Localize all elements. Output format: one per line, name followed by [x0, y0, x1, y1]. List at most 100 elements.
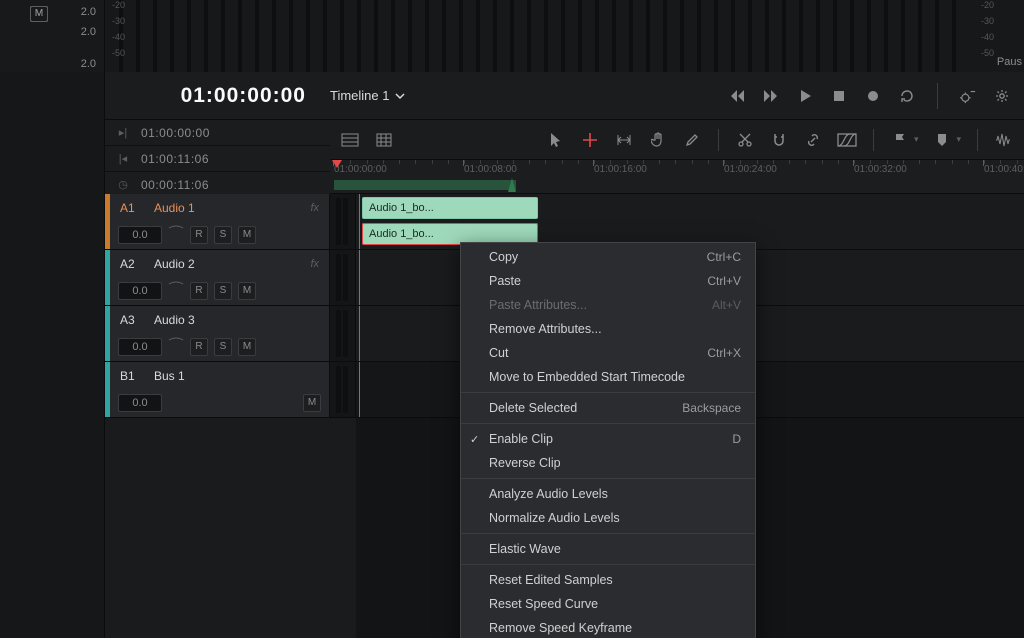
in-out-range[interactable]	[334, 180, 516, 190]
menu-item[interactable]: Reset Speed Curve	[461, 592, 755, 616]
track-name[interactable]: Audio 2	[154, 257, 300, 271]
playhead-line[interactable]	[359, 362, 360, 417]
grid-icon[interactable]	[374, 130, 394, 150]
db-scale-label: -50	[981, 48, 994, 58]
track-s-button[interactable]: S	[214, 338, 232, 356]
crossfade-icon[interactable]	[837, 130, 857, 150]
meter-left-val-2: 2.0	[81, 58, 96, 70]
track-name[interactable]: Bus 1	[154, 369, 319, 383]
record-button[interactable]	[865, 88, 881, 104]
menu-item[interactable]: PasteCtrl+V	[461, 269, 755, 293]
db-scale-label: -50	[112, 48, 125, 58]
timeline-toolbar: ▾ ▾	[330, 120, 1024, 160]
menu-item[interactable]: Remove Speed Keyframe	[461, 616, 755, 638]
track-id: A2	[120, 257, 144, 271]
timeline-selector[interactable]: Timeline 1	[330, 88, 405, 103]
menu-item[interactable]: Reverse Clip	[461, 451, 755, 475]
menu-item[interactable]: Remove Attributes...	[461, 317, 755, 341]
waveform-icon[interactable]	[994, 130, 1014, 150]
ruler-tick: 01:00:24:00	[724, 164, 777, 175]
hand-tool-icon[interactable]	[648, 130, 668, 150]
ruler-tick: 01:00:40:0	[984, 164, 1024, 175]
tc-value: 01:00:00:00	[141, 126, 210, 140]
main-timecode[interactable]: 01:00:00:00	[105, 84, 330, 108]
menu-item[interactable]: Normalize Audio Levels	[461, 506, 755, 530]
loop-button[interactable]	[899, 88, 915, 104]
track-s-button[interactable]: S	[214, 226, 232, 244]
pencil-tool-icon[interactable]	[682, 130, 702, 150]
lock-icon[interactable]: ⁀	[168, 225, 184, 245]
trim-tool-icon[interactable]	[614, 130, 634, 150]
tc-line-start[interactable]: |◂ 01:00:11:06	[105, 146, 330, 172]
playhead-indicator[interactable]	[332, 160, 342, 168]
pointer-tool-icon[interactable]	[546, 130, 566, 150]
track-volume[interactable]: 0.0	[118, 338, 162, 356]
play-button[interactable]	[797, 88, 813, 104]
meter-left-slot: M 2.0 M 2.0 M 2.0	[0, 0, 105, 72]
db-scale-label: -20	[112, 0, 125, 10]
menu-item[interactable]: Analyze Audio Levels	[461, 482, 755, 506]
track-header[interactable]: B1 Bus 1 0.0 M	[110, 362, 330, 417]
automation-settings-button[interactable]	[960, 88, 976, 104]
track-m-button[interactable]: M	[238, 338, 256, 356]
menu-item[interactable]: Delete SelectedBackspace	[461, 396, 755, 420]
menu-item[interactable]: Reset Edited Samples	[461, 568, 755, 592]
menu-item[interactable]: CopyCtrl+C	[461, 245, 755, 269]
meter-left-val-1: 2.0	[81, 26, 96, 38]
track-r-button[interactable]: R	[190, 282, 208, 300]
menu-item[interactable]: CutCtrl+X	[461, 341, 755, 365]
range-tool-icon[interactable]	[580, 130, 600, 150]
settings-gear-button[interactable]	[994, 88, 1010, 104]
timeline-view-options-icon[interactable]	[340, 130, 360, 150]
stop-button[interactable]	[831, 88, 847, 104]
track-volume[interactable]: 0.0	[118, 394, 162, 412]
menu-item: Paste Attributes...Alt+V	[461, 293, 755, 317]
transport-controls	[729, 83, 1010, 109]
marker-teal-icon[interactable]	[932, 130, 952, 150]
tc-line-end[interactable]: ▸| 01:00:00:00	[105, 120, 330, 146]
tc-value: 00:00:11:06	[141, 178, 209, 192]
track-name[interactable]: Audio 3	[154, 313, 319, 327]
menu-item[interactable]: Move to Embedded Start Timecode	[461, 365, 755, 389]
menu-item-label: Analyze Audio Levels	[489, 487, 608, 501]
track-m-button[interactable]: M	[303, 394, 321, 412]
snap-magnet-icon[interactable]	[769, 130, 789, 150]
track-header[interactable]: A1Audio 1fx0.0⁀RSM	[110, 194, 330, 249]
playhead-line[interactable]	[359, 194, 360, 249]
menu-item[interactable]: ✓Enable ClipD	[461, 427, 755, 451]
rewind-button[interactable]	[729, 88, 745, 104]
menu-item[interactable]: Elastic Wave	[461, 537, 755, 561]
chevron-down-icon[interactable]: ▾	[914, 134, 919, 145]
fx-indicator: fx	[310, 202, 319, 214]
track-lane[interactable]: Audio 1_bo...Audio 1_bo...	[356, 194, 1024, 249]
flag-blue-icon[interactable]	[890, 130, 910, 150]
track-s-button[interactable]: S	[214, 282, 232, 300]
clip-context-menu[interactable]: CopyCtrl+CPasteCtrl+VPaste Attributes...…	[460, 242, 756, 638]
timeline-ruler[interactable]: 01:00:00:0001:00:08:0001:00:16:0001:00:2…	[330, 160, 1024, 194]
db-scale-label: -40	[981, 32, 994, 42]
playhead-line[interactable]	[359, 306, 360, 361]
track-header[interactable]: A2Audio 2fx0.0⁀RSM	[110, 250, 330, 305]
audio-clip[interactable]: Audio 1_bo...	[362, 197, 538, 219]
playhead-line[interactable]	[359, 250, 360, 305]
track-header[interactable]: A3Audio 30.0⁀RSM	[110, 306, 330, 361]
track-r-button[interactable]: R	[190, 338, 208, 356]
lock-icon[interactable]: ⁀	[168, 337, 184, 357]
link-icon[interactable]	[803, 130, 823, 150]
chevron-down-icon[interactable]: ▾	[956, 134, 961, 145]
track-name[interactable]: Audio 1	[154, 201, 300, 215]
menu-item-label: Reset Edited Samples	[489, 573, 613, 587]
track-id: B1	[120, 369, 144, 383]
mute-box[interactable]: M	[30, 6, 48, 22]
track-volume[interactable]: 0.0	[118, 226, 162, 244]
range-out-handle[interactable]	[508, 178, 516, 192]
fast-forward-button[interactable]	[763, 88, 779, 104]
track-r-button[interactable]: R	[190, 226, 208, 244]
lock-icon[interactable]: ⁀	[168, 281, 184, 301]
track-m-button[interactable]: M	[238, 226, 256, 244]
track-m-button[interactable]: M	[238, 282, 256, 300]
menu-item-label: Move to Embedded Start Timecode	[489, 370, 685, 384]
ruler-tick: 01:00:32:00	[854, 164, 907, 175]
razor-tool-icon[interactable]	[735, 130, 755, 150]
track-volume[interactable]: 0.0	[118, 282, 162, 300]
